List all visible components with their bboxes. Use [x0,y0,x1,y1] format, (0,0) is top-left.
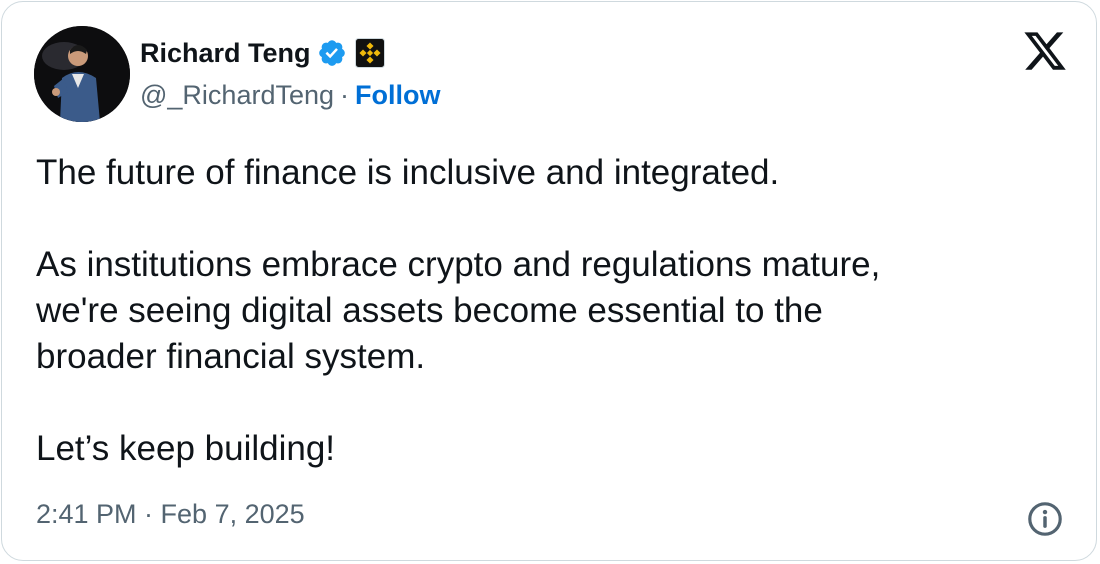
binance-affiliate-icon[interactable] [354,38,385,68]
verified-badge-icon [318,40,345,66]
tweet-text: The future of finance is inclusive and i… [36,153,881,468]
tweet-timestamp[interactable]: 2:41 PM · Feb 7, 2025 [36,499,305,530]
author-handle[interactable]: @_RichardTeng [140,80,334,111]
info-icon[interactable] [1026,500,1064,538]
x-logo-icon[interactable] [1021,28,1069,74]
author-handle-row: @_RichardTeng · Follow [140,80,441,111]
avatar-image [34,26,130,122]
author-name-row: Richard Teng [140,35,385,71]
separator-dot: · [340,80,350,110]
follow-button[interactable]: Follow [355,80,440,111]
author-name[interactable]: Richard Teng [140,38,311,69]
tweet-card: Richard Teng @_RichardTeng · Follow The … [1,1,1097,561]
avatar[interactable] [34,26,130,122]
